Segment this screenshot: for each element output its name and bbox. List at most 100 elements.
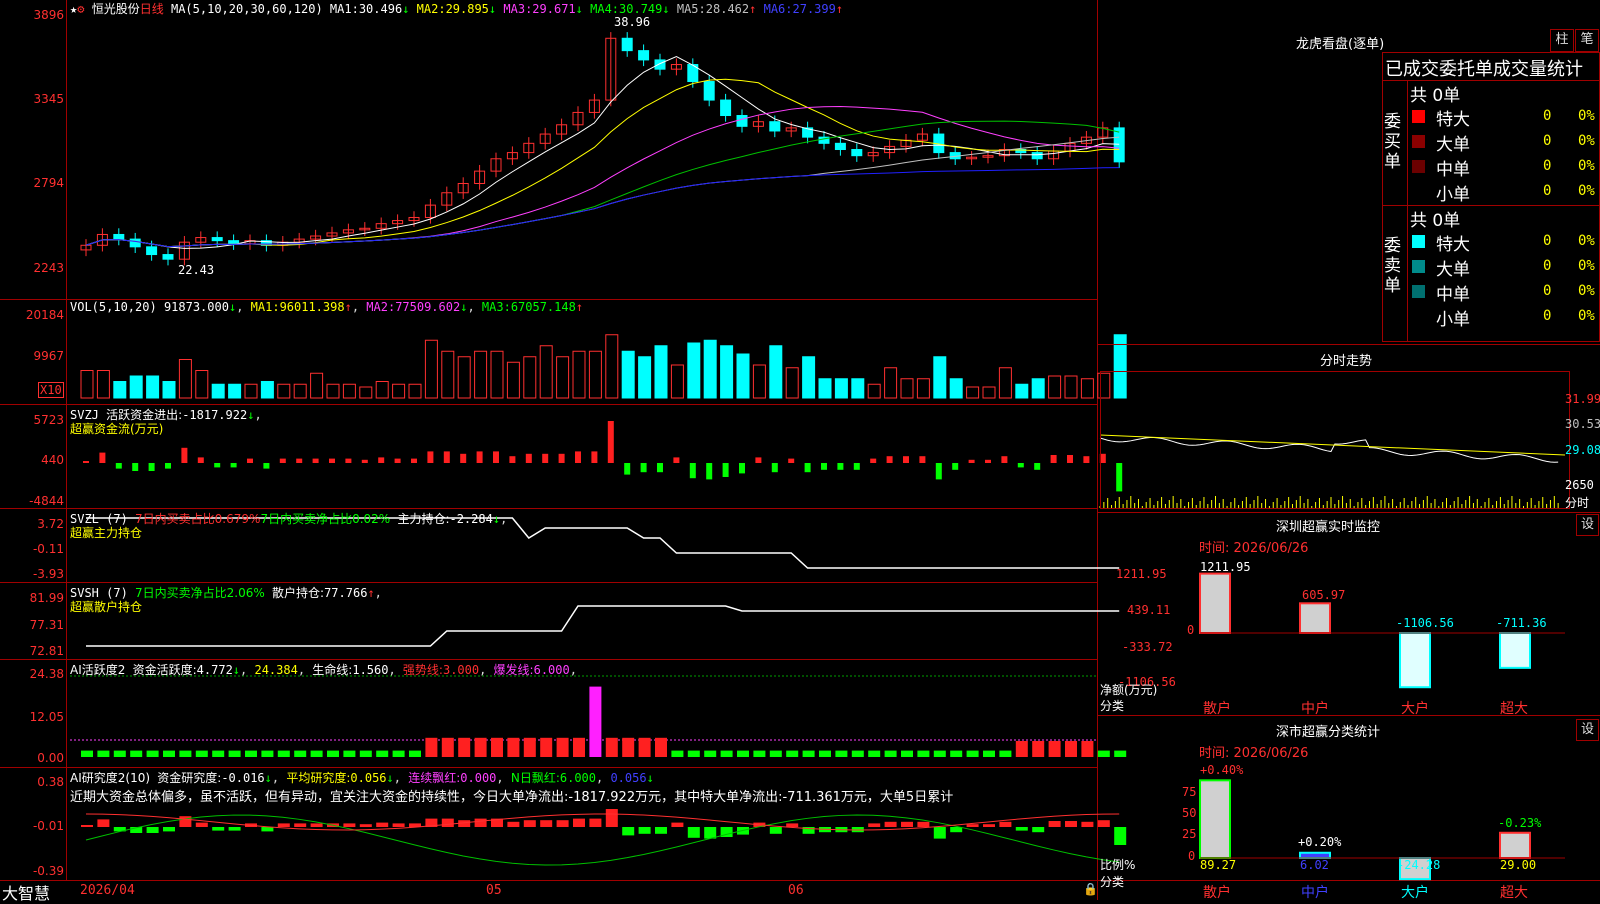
order-size-label: 小单 [1436, 310, 1470, 330]
flow-bar [493, 451, 499, 463]
flow-bar [607, 421, 614, 463]
activity-bar [491, 737, 503, 757]
flow-bar [1067, 455, 1073, 463]
flow-bar [837, 463, 844, 470]
activity-bar [769, 750, 782, 757]
svsh-sub: 超赢散户持仓 [70, 600, 143, 614]
activity-bar [737, 750, 749, 757]
flow-bar [919, 456, 926, 463]
volume-bar [966, 386, 980, 399]
research-bar [179, 816, 192, 827]
volume-bar [638, 356, 652, 399]
tick-mode-button[interactable]: 笔 [1575, 29, 1599, 52]
volume-bar [736, 353, 750, 399]
research-bar [294, 823, 307, 827]
research-bar [868, 823, 881, 827]
stock-name[interactable]: 恒光股份 [92, 2, 140, 16]
candle-body [621, 37, 633, 52]
flow-bar [115, 463, 122, 469]
volume-bar [769, 345, 783, 399]
ai1-t5: 爆发线: [493, 663, 534, 677]
volume-bar [670, 364, 684, 399]
research-bar [638, 827, 651, 834]
ma2-arrow: ↓ [488, 2, 497, 16]
activity-bar [917, 750, 930, 757]
flow-bar [99, 452, 106, 463]
ai2-v1: -0.016 [221, 771, 265, 785]
volume-bar [867, 383, 881, 399]
activity-bar [81, 750, 93, 757]
volume-bar [359, 386, 373, 399]
volume-bar [1064, 375, 1078, 399]
activity-bar [507, 737, 520, 757]
activity-bar [933, 750, 946, 757]
research-bar [523, 820, 536, 827]
research-bar [950, 827, 963, 833]
flow-bar [165, 463, 171, 469]
activity-bar [589, 686, 602, 757]
volume-bar [277, 383, 291, 399]
candle-body [146, 246, 158, 256]
order-size-label: 特大 [1436, 110, 1470, 130]
svsh-ytick: 77.31 [29, 618, 64, 632]
flow-bar [624, 463, 631, 475]
flow-bar [804, 463, 811, 473]
gear-icon[interactable]: ⚙ [77, 2, 84, 16]
flow-bar [788, 458, 795, 463]
flow-bar [312, 458, 319, 463]
volume-bar [96, 370, 110, 399]
monitor-settings-button[interactable]: 设 [1576, 514, 1599, 536]
bar-mode-button[interactable]: 柱 [1550, 29, 1574, 52]
order-count: 0 [1543, 283, 1552, 299]
flow-bar [197, 457, 204, 463]
vol-unit-button[interactable]: X10 [38, 382, 64, 398]
period-label[interactable]: 日线 [140, 2, 164, 16]
candle-body [1031, 152, 1043, 160]
order-count: 0 [1543, 308, 1552, 324]
lock-icon[interactable]: 🔒 [1083, 882, 1098, 896]
activity-bar [622, 737, 635, 757]
flow-bar [591, 451, 598, 463]
activity-bar [720, 750, 733, 757]
volume-bar [342, 383, 356, 399]
classify-ylabel: 比例% [1100, 858, 1136, 872]
ai1-a1: ↓ [232, 663, 241, 677]
ma-line [85, 78, 1120, 248]
activity-bar [983, 750, 995, 757]
research-bar [1032, 827, 1045, 833]
ai2-ytick: -0.39 [32, 864, 64, 878]
classify-sep [1097, 715, 1600, 716]
ai2-title: AI研究度2(10) [70, 771, 151, 785]
flow-bar [1001, 456, 1008, 463]
ai1-v4: 3.000 [442, 663, 480, 677]
dragon-title: 龙虎看盘(逐单) [1296, 37, 1385, 52]
ai2-v4: 6.000 [559, 771, 596, 785]
activity-bar [228, 750, 241, 757]
order-percent: 0% [1578, 258, 1595, 274]
ai1-v2: 24.384 [254, 663, 298, 677]
ma3-label: MA3: [503, 2, 533, 16]
monitor-bar [1499, 632, 1531, 669]
flow-bar [345, 458, 352, 463]
svzl-ytick: -0.11 [32, 542, 64, 556]
ai2-v3: 0.000 [460, 771, 497, 785]
flow-bar [1034, 463, 1041, 470]
ma-line [85, 106, 1120, 248]
activity-bar [294, 750, 307, 757]
legend-swatch [1412, 285, 1425, 298]
research-bar [1097, 820, 1110, 827]
ai2-ytick: 0.38 [37, 775, 64, 789]
order-count: 0 [1543, 233, 1552, 249]
svzj-ytick: 440 [41, 453, 64, 467]
activity-bar [1081, 741, 1094, 757]
activity-bar [835, 750, 848, 757]
activity-bar [343, 750, 356, 757]
activity-bar [999, 750, 1012, 757]
activity-bar [573, 737, 585, 757]
classify-xlabel: 分类 [1100, 875, 1125, 889]
classify-settings-button[interactable]: 设 [1576, 719, 1599, 741]
order-size-label: 特大 [1436, 235, 1470, 255]
retail-position-line [86, 605, 1120, 647]
volume-bar [523, 356, 537, 399]
candle-body [851, 149, 863, 157]
